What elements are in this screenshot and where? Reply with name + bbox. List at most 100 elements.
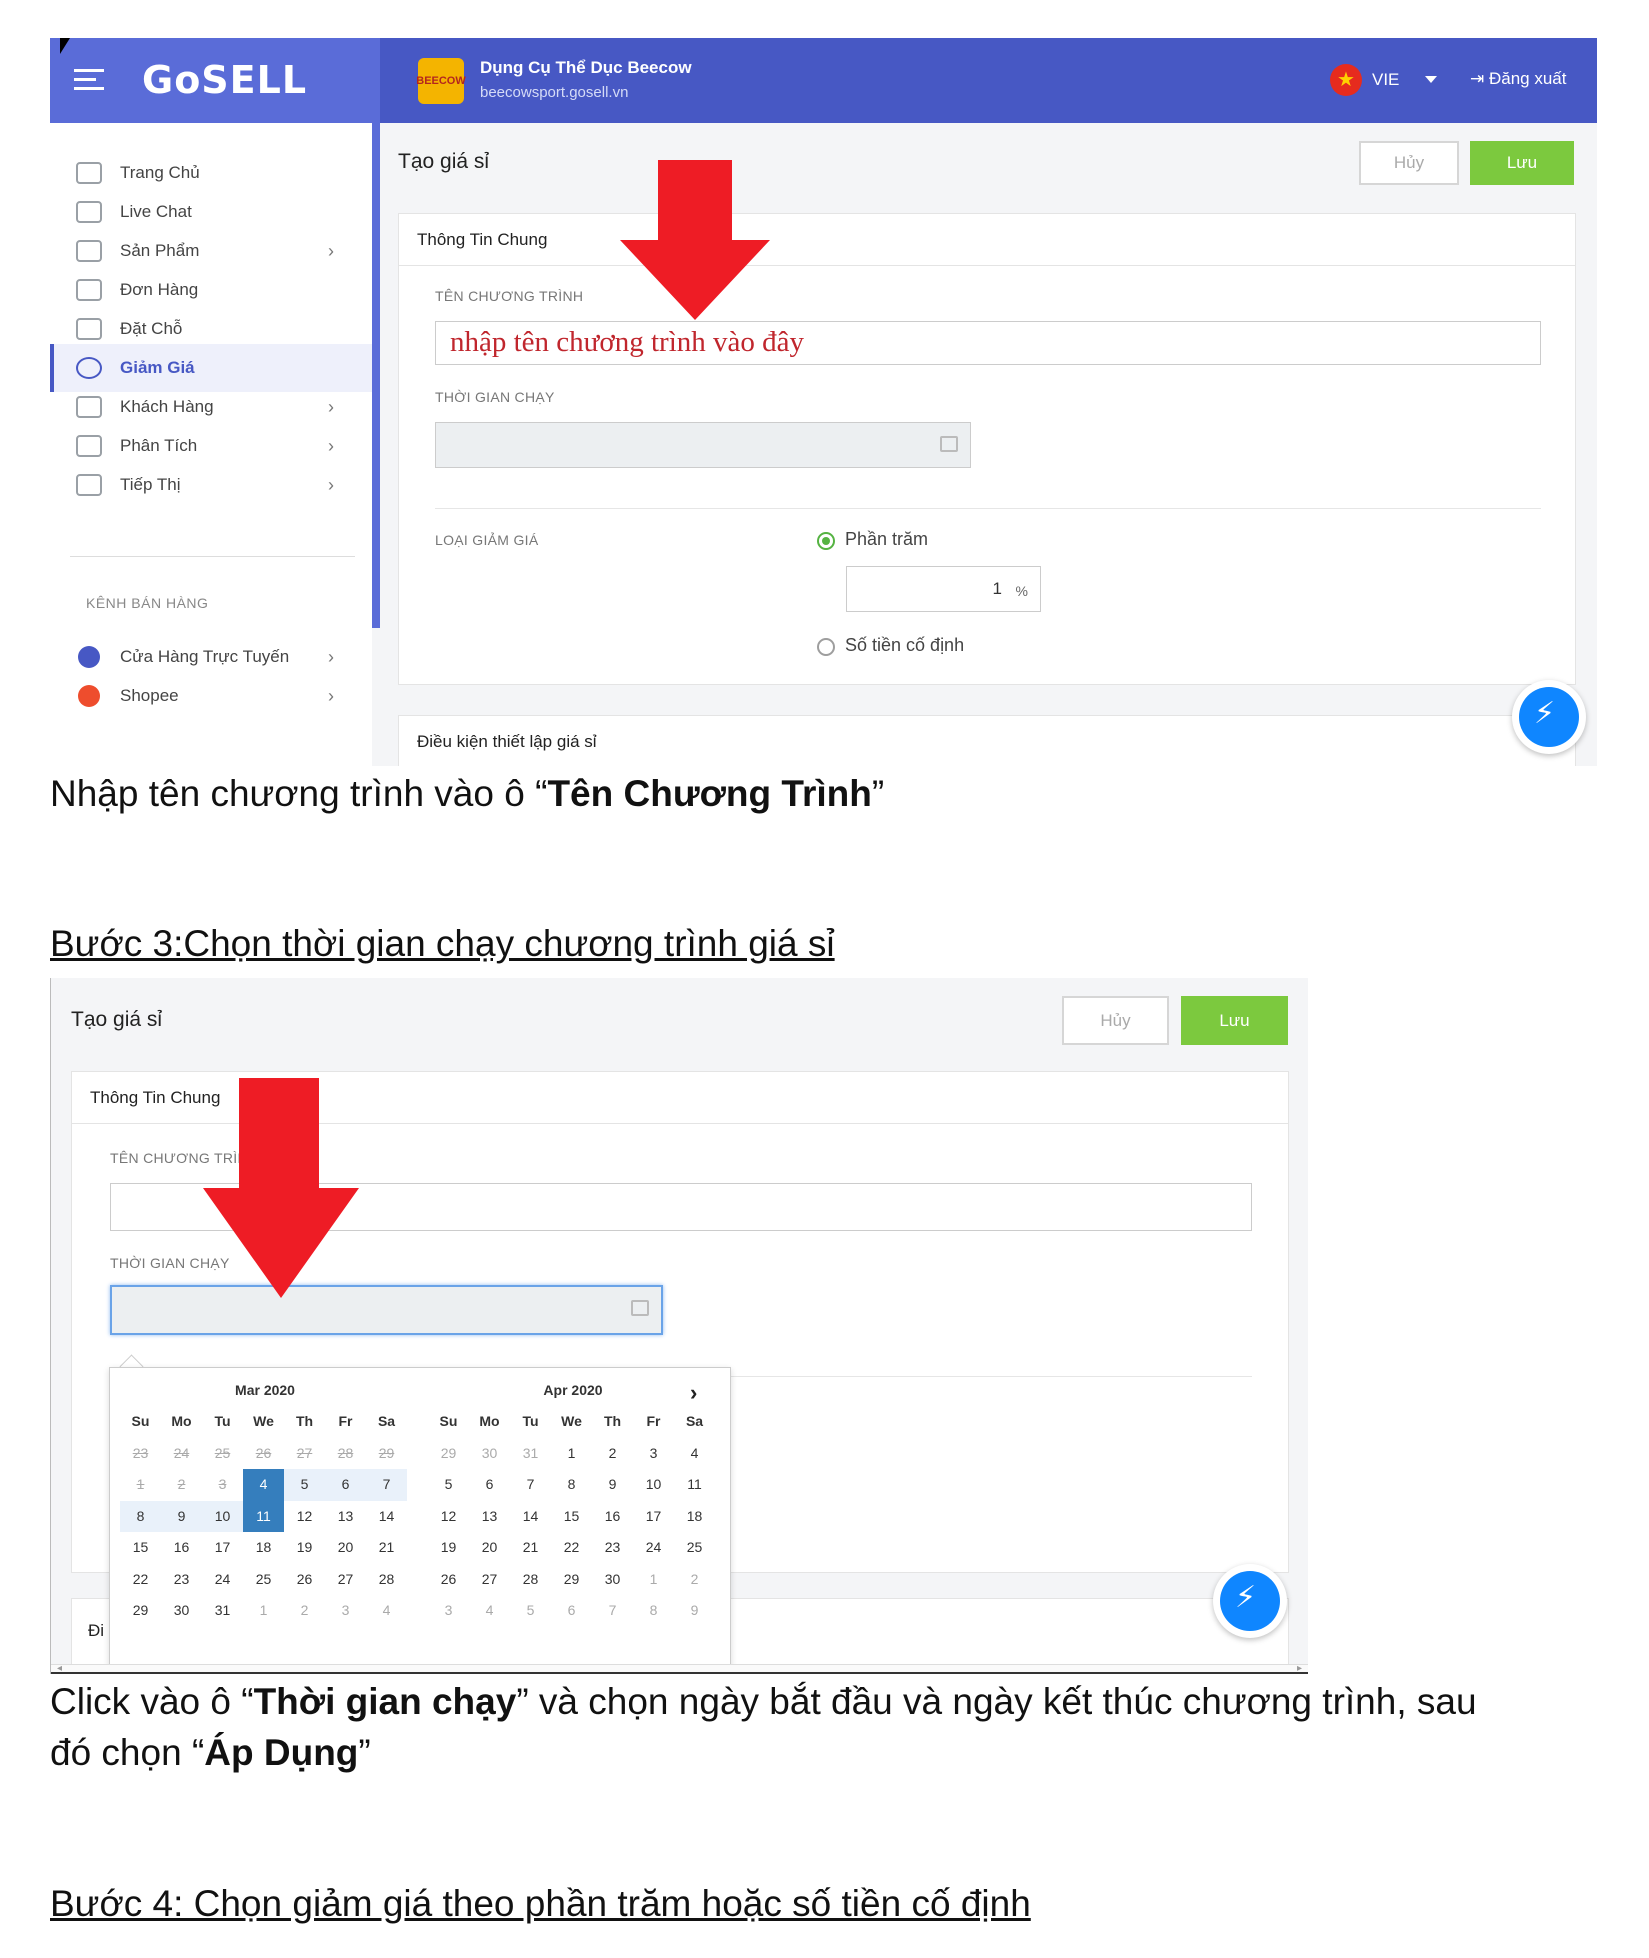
calendar-day[interactable]: 19 bbox=[428, 1532, 469, 1564]
calendar-day[interactable]: 3 bbox=[202, 1469, 243, 1501]
calendar-day[interactable]: 24 bbox=[202, 1564, 243, 1596]
calendar-day[interactable]: 5 bbox=[510, 1595, 551, 1627]
messenger-icon[interactable] bbox=[1512, 680, 1586, 754]
save-button[interactable]: Lưu bbox=[1181, 996, 1288, 1045]
calendar-day[interactable]: 3 bbox=[325, 1595, 366, 1627]
calendar-day[interactable]: 6 bbox=[325, 1469, 366, 1501]
sidebar-scrollbar[interactable] bbox=[372, 123, 380, 628]
save-button[interactable]: Lưu bbox=[1470, 141, 1574, 185]
calendar-day[interactable]: 4 bbox=[243, 1469, 284, 1501]
calendar-day[interactable]: 1 bbox=[633, 1564, 674, 1596]
calendar-day[interactable]: 31 bbox=[510, 1438, 551, 1470]
calendar-day[interactable]: 1 bbox=[243, 1595, 284, 1627]
percent-radio[interactable] bbox=[817, 532, 835, 550]
calendar-day[interactable]: 8 bbox=[633, 1595, 674, 1627]
calendar-day[interactable]: 29 bbox=[120, 1595, 161, 1627]
calendar-day[interactable]: 18 bbox=[243, 1532, 284, 1564]
calendar-day[interactable]: 30 bbox=[592, 1564, 633, 1596]
calendar-day[interactable]: 9 bbox=[674, 1595, 715, 1627]
calendar-day[interactable]: 30 bbox=[161, 1595, 202, 1627]
calendar-day[interactable]: 31 bbox=[202, 1595, 243, 1627]
calendar-day[interactable]: 22 bbox=[120, 1564, 161, 1596]
calendar-day[interactable]: 28 bbox=[325, 1438, 366, 1470]
calendar-day[interactable]: 9 bbox=[592, 1469, 633, 1501]
calendar-day[interactable]: 8 bbox=[551, 1469, 592, 1501]
vietnam-flag-icon[interactable]: ★ bbox=[1330, 64, 1362, 96]
calendar-day[interactable]: 4 bbox=[674, 1438, 715, 1470]
language-selector[interactable]: VIE bbox=[1372, 70, 1399, 90]
calendar-day[interactable]: 6 bbox=[551, 1595, 592, 1627]
calendar-day[interactable]: 6 bbox=[469, 1469, 510, 1501]
cancel-button[interactable]: Hủy bbox=[1359, 141, 1459, 185]
calendar-day[interactable]: 12 bbox=[428, 1501, 469, 1533]
calendar-day[interactable]: 5 bbox=[428, 1469, 469, 1501]
calendar-day[interactable]: 26 bbox=[284, 1564, 325, 1596]
calendar-day[interactable]: 1 bbox=[120, 1469, 161, 1501]
calendar-day[interactable]: 19 bbox=[284, 1532, 325, 1564]
calendar-day[interactable]: 4 bbox=[469, 1595, 510, 1627]
calendar-day[interactable]: 11 bbox=[243, 1500, 284, 1532]
calendar-day[interactable]: 18 bbox=[674, 1501, 715, 1533]
calendar-day[interactable]: 26 bbox=[428, 1564, 469, 1596]
chevron-right-icon[interactable]: › bbox=[690, 1380, 697, 1406]
calendar-day[interactable]: 9 bbox=[161, 1500, 202, 1532]
calendar-day[interactable]: 23 bbox=[120, 1438, 161, 1470]
calendar-day[interactable]: 23 bbox=[592, 1532, 633, 1564]
calendar-day[interactable]: 20 bbox=[469, 1532, 510, 1564]
calendar-day[interactable]: 3 bbox=[633, 1438, 674, 1470]
calendar-day[interactable]: 2 bbox=[674, 1564, 715, 1596]
calendar-day[interactable]: 7 bbox=[366, 1469, 407, 1501]
calendar-day[interactable]: 29 bbox=[551, 1564, 592, 1596]
calendar-day[interactable]: 21 bbox=[366, 1532, 407, 1564]
calendar-day[interactable]: 10 bbox=[202, 1500, 243, 1532]
calendar-day[interactable]: 4 bbox=[366, 1595, 407, 1627]
calendar-day[interactable]: 14 bbox=[366, 1501, 407, 1533]
calendar-day[interactable]: 15 bbox=[551, 1501, 592, 1533]
program-name-input[interactable]: nhập tên chương trình vào đây bbox=[435, 321, 1541, 365]
calendar-day[interactable]: 28 bbox=[366, 1564, 407, 1596]
hamburger-menu-icon[interactable] bbox=[74, 69, 104, 91]
calendar-day[interactable]: 2 bbox=[592, 1438, 633, 1470]
calendar-day[interactable]: 7 bbox=[592, 1595, 633, 1627]
calendar-day[interactable]: 14 bbox=[510, 1501, 551, 1533]
calendar-day[interactable]: 17 bbox=[633, 1501, 674, 1533]
calendar-day[interactable]: 23 bbox=[161, 1564, 202, 1596]
calendar-day[interactable]: 10 bbox=[633, 1469, 674, 1501]
calendar-day[interactable]: 7 bbox=[510, 1469, 551, 1501]
calendar-day[interactable]: 25 bbox=[202, 1438, 243, 1470]
calendar-day[interactable]: 3 bbox=[428, 1595, 469, 1627]
calendar-day[interactable]: 27 bbox=[284, 1438, 325, 1470]
calendar-day[interactable]: 8 bbox=[120, 1500, 161, 1532]
calendar-day[interactable]: 25 bbox=[243, 1564, 284, 1596]
calendar-day[interactable]: 12 bbox=[284, 1501, 325, 1533]
cancel-button[interactable]: Hủy bbox=[1062, 996, 1169, 1045]
messenger-icon[interactable] bbox=[1213, 1564, 1287, 1638]
calendar-day[interactable]: 27 bbox=[325, 1564, 366, 1596]
calendar-day[interactable]: 2 bbox=[284, 1595, 325, 1627]
calendar-day[interactable]: 1 bbox=[551, 1438, 592, 1470]
fixed-amount-radio[interactable] bbox=[817, 638, 835, 656]
calendar-day[interactable]: 24 bbox=[161, 1438, 202, 1470]
calendar-day[interactable]: 30 bbox=[469, 1438, 510, 1470]
calendar-day[interactable]: 13 bbox=[469, 1501, 510, 1533]
run-time-input[interactable] bbox=[110, 1285, 663, 1335]
calendar-day[interactable]: 11 bbox=[674, 1469, 715, 1501]
calendar-day[interactable]: 24 bbox=[633, 1532, 674, 1564]
calendar-day[interactable]: 29 bbox=[366, 1438, 407, 1470]
logout-link[interactable]: ⇥ Đăng xuất bbox=[1470, 69, 1566, 89]
calendar-day[interactable]: 20 bbox=[325, 1532, 366, 1564]
percent-value-input[interactable]: 1 % bbox=[846, 566, 1041, 612]
sidebar-item-marketing[interactable]: Tiếp Thị › bbox=[50, 461, 372, 509]
calendar-day[interactable]: 28 bbox=[510, 1564, 551, 1596]
calendar-day[interactable]: 15 bbox=[120, 1532, 161, 1564]
calendar-day[interactable]: 17 bbox=[202, 1532, 243, 1564]
calendar-day[interactable]: 26 bbox=[243, 1438, 284, 1470]
calendar-day[interactable]: 25 bbox=[674, 1532, 715, 1564]
chevron-down-icon[interactable] bbox=[1425, 76, 1437, 83]
calendar-day[interactable]: 13 bbox=[325, 1501, 366, 1533]
calendar-day[interactable]: 5 bbox=[284, 1469, 325, 1501]
calendar-day[interactable]: 27 bbox=[469, 1564, 510, 1596]
calendar-day[interactable]: 2 bbox=[161, 1469, 202, 1501]
sidebar-item-shopee[interactable]: Shopee › bbox=[50, 672, 372, 720]
calendar-day[interactable]: 29 bbox=[428, 1438, 469, 1470]
